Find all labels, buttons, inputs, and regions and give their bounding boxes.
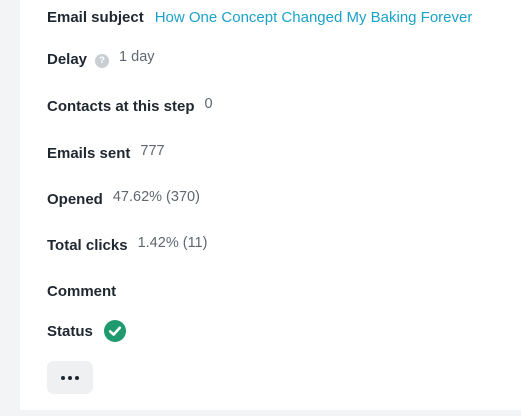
opened-row: Opened 47.62% (370) [47, 188, 200, 209]
comment-row: Comment [47, 283, 116, 300]
email-subject-label: Email subject [47, 9, 144, 26]
total-clicks-row: Total clicks 1.42% (11) [47, 234, 208, 255]
status-row: Status [47, 320, 126, 342]
total-clicks-label: Total clicks [47, 237, 128, 254]
contacts-at-step-label: Contacts at this step [47, 98, 195, 115]
email-subject-link[interactable]: How One Concept Changed My Baking Foreve… [155, 9, 473, 26]
delay-label: Delay [47, 51, 88, 68]
delay-row: Delay ? 1 day [47, 48, 155, 69]
contacts-at-step-value: 0 [204, 95, 213, 112]
help-icon[interactable]: ? [95, 53, 110, 68]
ellipsis-icon [61, 375, 79, 380]
delay-value: 1 day [119, 48, 155, 65]
status-label: Status [47, 322, 93, 340]
emails-sent-value: 777 [140, 142, 165, 159]
opened-value: 47.62% (370) [112, 188, 200, 205]
more-actions-button[interactable] [47, 361, 93, 394]
email-subject-row: Email subject How One Concept Changed My… [47, 9, 472, 26]
emails-sent-row: Emails sent 777 [47, 142, 165, 163]
emails-sent-label: Emails sent [47, 145, 131, 162]
total-clicks-value: 1.42% (11) [137, 234, 208, 251]
contacts-at-step-row: Contacts at this step 0 [47, 95, 213, 116]
campaign-step-details-panel: Email subject How One Concept Changed My… [20, 0, 521, 410]
comment-label: Comment [47, 283, 117, 300]
opened-label: Opened [47, 191, 103, 208]
check-circle-icon [103, 320, 126, 342]
